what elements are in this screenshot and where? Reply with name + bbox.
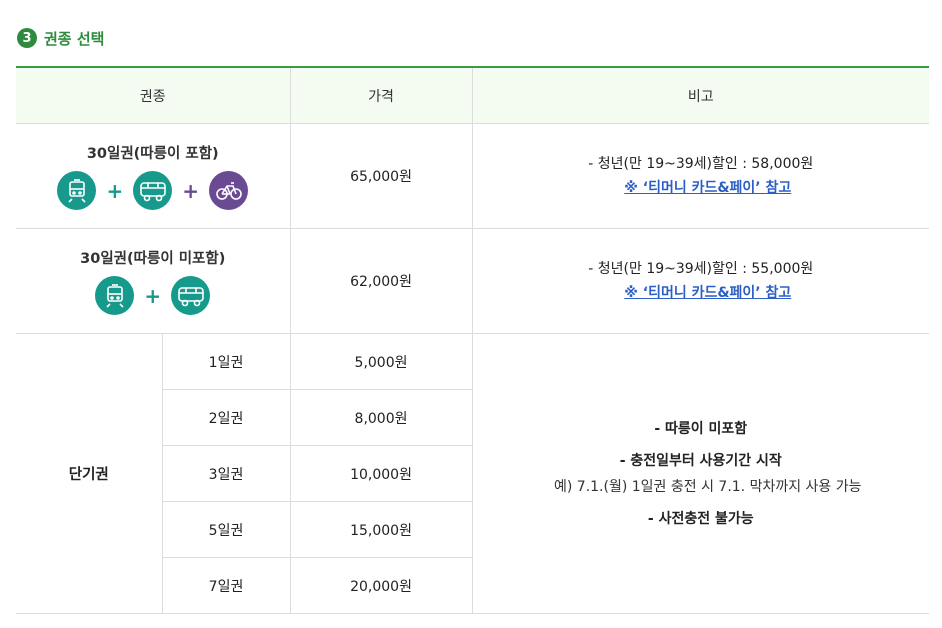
fare-table: 권종 가격 비고 30일권(따릉이 포함) + + 65,000원 - 청년(만… xyxy=(16,66,930,614)
youth-discount-note: - 청년(만 19~39세)할인 : 55,000원 xyxy=(588,261,814,277)
table-row-30day-without-bike: 30일권(따릉이 미포함) + 62,000원 - 청년(만 19~39세)할인… xyxy=(16,228,930,334)
section-title-text: 권종 선택 xyxy=(44,29,105,48)
step-number-badge: 3 xyxy=(17,28,37,48)
ticket-name: 1일권 xyxy=(162,333,291,390)
price-cell: 65,000원 xyxy=(290,123,473,229)
table-row: 단기권 1일권 5,000원 - 따릉이 미포함 - 충전일부터 사용기간 시작… xyxy=(16,333,930,614)
ticket-name: 2일권 xyxy=(162,389,291,446)
header-ticket-type: 권종 xyxy=(16,67,291,124)
youth-discount-note: - 청년(만 19~39세)할인 : 58,000원 xyxy=(588,156,814,172)
price-cell: 15,000원 xyxy=(290,501,473,558)
table-row-30day-with-bike: 30일권(따릉이 포함) + + 65,000원 - 청년(만 19~39세)할… xyxy=(16,123,930,229)
short-term-label: 단기권 xyxy=(16,333,163,614)
price-cell: 20,000원 xyxy=(290,557,473,614)
section-title: 3 권종 선택 xyxy=(17,26,104,50)
header-price: 가격 xyxy=(290,67,473,124)
bicycle-icon xyxy=(209,171,249,210)
tram-icon xyxy=(57,171,97,210)
ticket-name: 30일권(따릉이 미포함) xyxy=(80,251,226,267)
ticket-name: 5일권 xyxy=(162,501,291,558)
note-cell: - 청년(만 19~39세)할인 : 58,000원 ※ ‘티머니 카드&페이’… xyxy=(472,123,930,229)
price-cell: 10,000원 xyxy=(290,445,473,502)
ticket-name: 3일권 xyxy=(162,445,291,502)
note-example: 예) 7.1.(월) 1일권 충전 시 7.1. 막차까지 사용 가능 xyxy=(554,478,862,495)
header-note: 비고 xyxy=(472,67,930,124)
tmoney-reference-link[interactable]: ※ ‘티머니 카드&페이’ 참고 xyxy=(624,180,791,196)
ticket-name: 7일권 xyxy=(162,557,291,614)
transport-icons: + xyxy=(16,276,290,315)
table-header-row: 권종 가격 비고 xyxy=(16,67,930,124)
tmoney-reference-link[interactable]: ※ ‘티머니 카드&페이’ 참고 xyxy=(624,285,791,301)
plus-icon: + xyxy=(106,178,124,203)
bus-icon xyxy=(171,276,211,315)
bus-icon xyxy=(133,171,173,210)
note-cell: - 청년(만 19~39세)할인 : 55,000원 ※ ‘티머니 카드&페이’… xyxy=(472,228,930,334)
price-cell: 5,000원 xyxy=(290,333,473,390)
ticket-cell: 30일권(따릉이 포함) + + xyxy=(16,123,291,229)
price-cell: 8,000원 xyxy=(290,389,473,446)
transport-icons: + + xyxy=(16,171,290,210)
plus-icon: + xyxy=(144,283,162,308)
price-cell: 62,000원 xyxy=(290,228,473,334)
ticket-name: 30일권(따릉이 포함) xyxy=(86,146,219,162)
note-start-on-charge: - 충전일부터 사용기간 시작 xyxy=(619,452,782,469)
short-term-notes: - 따릉이 미포함 - 충전일부터 사용기간 시작 예) 7.1.(월) 1일권… xyxy=(472,333,930,614)
note-no-bike: - 따릉이 미포함 xyxy=(654,420,748,437)
tram-icon xyxy=(95,276,135,315)
note-no-precharge: - 사전충전 불가능 xyxy=(647,510,754,527)
ticket-cell: 30일권(따릉이 미포함) + xyxy=(16,228,291,334)
plus-icon: + xyxy=(182,178,200,203)
page: 3 권종 선택 권종 가격 비고 30일권(따릉이 포함) + + 65,000… xyxy=(0,0,942,628)
